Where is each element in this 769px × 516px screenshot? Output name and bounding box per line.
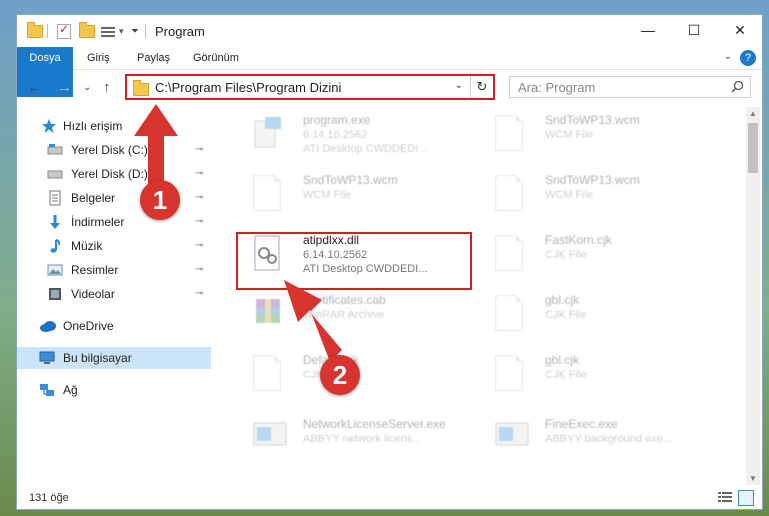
arrow-1: [134, 104, 178, 188]
step-badge-2: 2: [320, 355, 360, 395]
annotation-layer: [134, 104, 342, 362]
step-badge-1: 1: [140, 180, 180, 220]
arrow-2: [284, 280, 342, 362]
